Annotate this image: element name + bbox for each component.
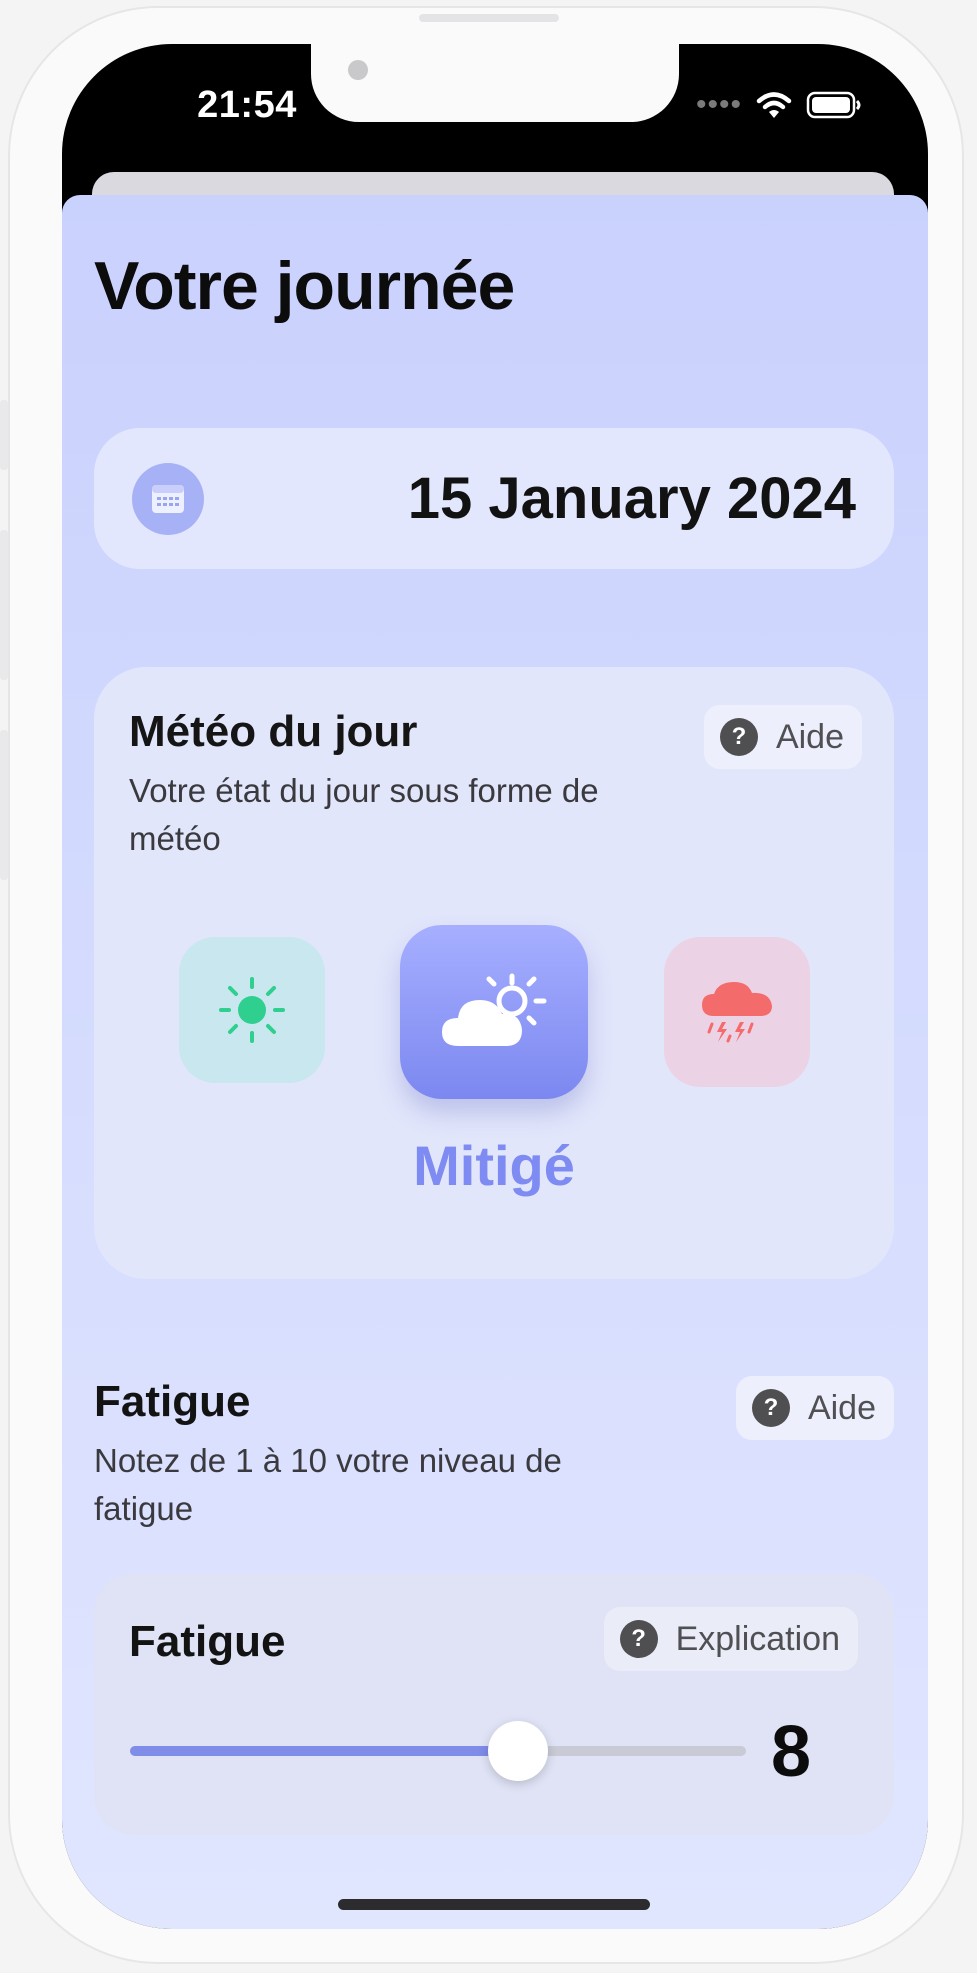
weather-option-sunny[interactable]	[179, 937, 325, 1083]
weather-card: Météo du jour Votre état du jour sous fo…	[94, 667, 894, 1279]
weather-help-button[interactable]: ? Aide	[703, 705, 862, 769]
status-icons: ••••	[696, 88, 862, 122]
cloud-storm-icon	[702, 982, 772, 1043]
sun-icon	[219, 977, 285, 1043]
page-title: Votre journée	[94, 248, 515, 324]
phone-side-button	[0, 400, 8, 470]
weather-help-label: Aide	[775, 717, 844, 756]
calendar-icon[interactable]	[132, 463, 204, 535]
phone-side-button	[0, 530, 8, 680]
cloud-sun-icon	[442, 973, 547, 1046]
selected-weather-label: Mitigé	[413, 1134, 575, 1197]
fatigue-title: Fatigue	[94, 1377, 251, 1426]
date-picker[interactable]: 15 January 2024	[94, 428, 894, 569]
weather-subtitle: Votre état du jour sous forme de météo	[129, 772, 599, 857]
weather-title: Météo du jour	[129, 707, 418, 756]
weather-option-stormy[interactable]	[664, 937, 810, 1087]
slider-label: Fatigue	[129, 1617, 286, 1666]
phone-side-button	[0, 730, 8, 880]
battery-icon	[806, 91, 861, 119]
notch	[311, 44, 679, 122]
phone-top-button	[419, 14, 559, 22]
slider-thumb[interactable]	[488, 1721, 549, 1781]
home-indicator[interactable]	[338, 1899, 650, 1910]
explanation-button[interactable]: ? Explication	[603, 1607, 858, 1671]
selected-date[interactable]: 15 January 2024	[408, 463, 856, 535]
weather-option-mixed[interactable]	[400, 925, 588, 1099]
question-icon: ?	[751, 1389, 790, 1427]
wifi-icon	[756, 92, 792, 118]
question-icon: ?	[719, 718, 758, 756]
status-time: 21:54	[197, 84, 297, 126]
fatigue-help-label: Aide	[807, 1388, 876, 1427]
slider-value: 8	[770, 1712, 812, 1792]
camera	[348, 60, 368, 80]
signal-icon: ••••	[695, 88, 742, 121]
day-sheet[interactable]: Votre journée 15 January 2024 Météo du j…	[62, 195, 928, 1929]
slider-fill	[130, 1746, 519, 1756]
question-icon: ?	[619, 1620, 658, 1658]
explanation-label: Explication	[675, 1619, 840, 1658]
fatigue-help-button[interactable]: ? Aide	[735, 1376, 894, 1440]
fatigue-subtitle: Notez de 1 à 10 votre niveau de fatigue	[94, 1442, 562, 1527]
fatigue-slider[interactable]	[130, 1721, 746, 1781]
fatigue-slider-card: Fatigue ? Explication 8	[94, 1573, 894, 1835]
